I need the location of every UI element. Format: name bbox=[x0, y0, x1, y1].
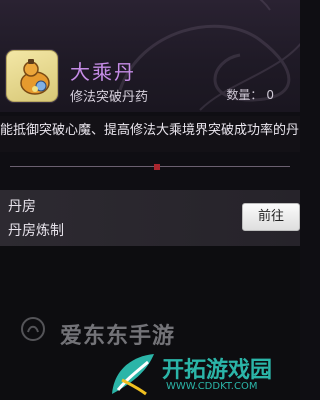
leaf-logo-icon bbox=[112, 354, 154, 396]
watermark-url: WWW.CDDKT.COM bbox=[166, 381, 258, 392]
source-name: 丹房 bbox=[8, 199, 36, 215]
watermark-ghost-icon bbox=[21, 317, 45, 341]
item-header-panel: 大乘丹 修法突破丹药 数量： 0 bbox=[0, 0, 300, 112]
watermark-text-top: 爱东东手游 bbox=[60, 324, 176, 349]
item-icon-frame bbox=[6, 50, 58, 102]
quantity-label: 数量： bbox=[226, 88, 263, 102]
source-row: 丹房 丹房炼制 前往 bbox=[0, 190, 300, 246]
item-description: 能抵御突破心魔、提高修法大乘境界突破成功率的丹 bbox=[0, 116, 300, 152]
item-name: 大乘丹 bbox=[70, 60, 136, 84]
divider-line bbox=[10, 166, 290, 167]
quantity-value: 0 bbox=[266, 88, 274, 102]
gourd-pill-icon bbox=[20, 59, 50, 95]
watermark-text-brand: 开拓游戏园 bbox=[162, 358, 273, 383]
divider-gem bbox=[154, 164, 160, 170]
goto-button[interactable]: 前往 bbox=[242, 203, 300, 231]
item-quantity: 数量： 0 bbox=[226, 86, 274, 103]
item-subtitle: 修法突破丹药 bbox=[70, 90, 149, 105]
ornament-divider bbox=[0, 164, 300, 170]
source-description: 丹房炼制 bbox=[8, 223, 64, 239]
